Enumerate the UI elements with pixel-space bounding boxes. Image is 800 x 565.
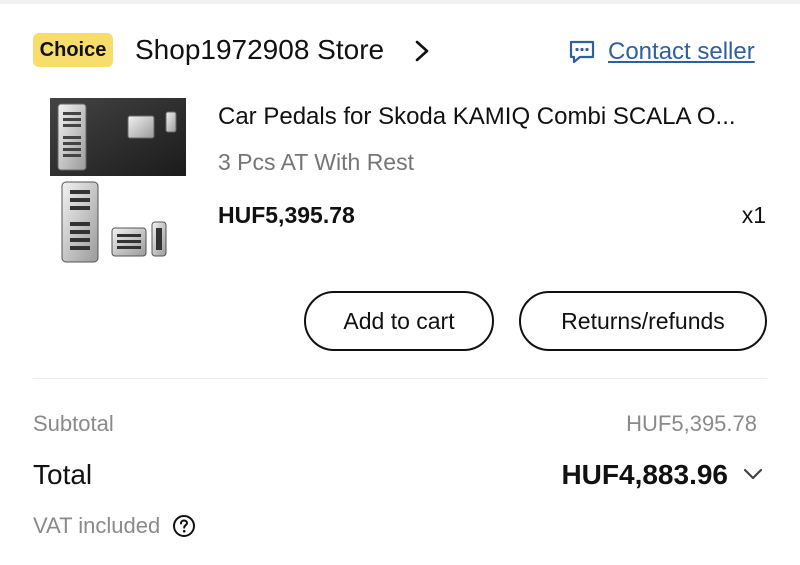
product-price: HUF5,395.78 [218, 202, 355, 228]
contact-seller-label: Contact seller [608, 38, 755, 65]
question-circle-icon[interactable] [172, 514, 196, 538]
chevron-down-icon[interactable] [742, 466, 764, 482]
summary-divider [33, 378, 767, 379]
choice-badge: Choice [33, 33, 113, 67]
product-variant: 3 Pcs AT With Rest [218, 149, 414, 175]
chat-bubble-icon [569, 40, 595, 64]
total-label: Total [33, 459, 93, 490]
product-title[interactable]: Car Pedals for Skoda KAMIQ Combi SCALA O… [218, 101, 768, 133]
store-name-link[interactable]: Shop1972908 Store [135, 30, 384, 70]
vat-label: VAT included [33, 513, 161, 538]
total-value[interactable]: HUF4,883.96 [561, 457, 728, 493]
top-divider [0, 0, 800, 4]
product-image[interactable] [48, 98, 186, 264]
contact-seller-link[interactable]: Contact seller [568, 36, 755, 68]
chevron-right-icon[interactable] [412, 40, 432, 62]
subtotal-value: HUF5,395.78 [626, 411, 757, 436]
returns-refunds-button[interactable]: Returns/refunds [519, 291, 767, 351]
vat-row: VAT included [33, 511, 196, 541]
subtotal-label: Subtotal [33, 411, 114, 436]
add-to-cart-button[interactable]: Add to cart [304, 291, 494, 351]
product-quantity: x1 [741, 202, 766, 228]
